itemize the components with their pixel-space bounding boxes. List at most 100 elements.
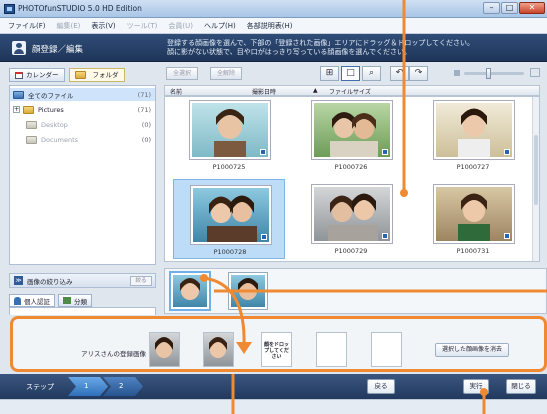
photo-thumbnail[interactable] bbox=[191, 186, 271, 244]
face-register-icon bbox=[12, 41, 26, 55]
registered-face-slot[interactable] bbox=[203, 332, 234, 367]
tree-item-label: Documents bbox=[41, 135, 79, 144]
maximize-button[interactable]: □ bbox=[501, 2, 518, 14]
deselect-all-button[interactable]: 全解除 bbox=[210, 67, 242, 80]
column-name[interactable]: 名前 bbox=[170, 87, 182, 96]
detail-view-icon[interactable]: ⊞ bbox=[320, 66, 339, 81]
rotate-right-icon[interactable]: ↷ bbox=[409, 66, 428, 81]
check-icon bbox=[504, 149, 510, 155]
tab-calendar[interactable]: カレンダー bbox=[9, 68, 65, 82]
filter-label: 画像の絞り込み bbox=[27, 277, 73, 286]
face-drop-slot[interactable]: 顔をドロップしてください bbox=[261, 332, 292, 367]
step-label: ステップ bbox=[26, 383, 54, 391]
thumbnail-item[interactable]: P1000725 bbox=[173, 97, 285, 177]
check-icon bbox=[504, 233, 510, 239]
menu-member[interactable]: 会員(U) bbox=[168, 21, 193, 31]
step-1-indicator: 1 bbox=[68, 377, 108, 396]
close-button[interactable]: 閉じる bbox=[506, 379, 536, 394]
empty-face-slot[interactable] bbox=[371, 332, 402, 367]
thumbnail-item[interactable]: P1000726 bbox=[295, 97, 407, 177]
step-1-number: 1 bbox=[84, 382, 89, 390]
title-bar: PHOTOfunSTUDIO 5.0 HD Edition – □ ✕ bbox=[0, 0, 547, 18]
delete-selected-faces-button[interactable]: 選択した顔画像を消去 bbox=[435, 343, 509, 357]
tab-face-recognition[interactable]: 個人認証 bbox=[9, 294, 55, 307]
menu-parts-guide[interactable]: 各部説明表(H) bbox=[247, 21, 293, 31]
tree-item-pictures[interactable]: + Pictures (71) bbox=[10, 103, 155, 116]
face-image bbox=[155, 337, 173, 358]
thumbnail-item[interactable]: P1000731 bbox=[417, 179, 529, 259]
double-chevron-icon[interactable]: ≫ bbox=[14, 276, 23, 285]
close-window-button[interactable]: ✕ bbox=[519, 2, 545, 14]
tab-folder[interactable]: フォルダ bbox=[68, 68, 125, 82]
back-button[interactable]: 戻る bbox=[367, 379, 395, 394]
browse-tabs: カレンダー フォルダ bbox=[9, 68, 125, 82]
menu-view[interactable]: 表示(V) bbox=[91, 21, 115, 31]
all-files-icon bbox=[13, 90, 24, 99]
person-icon bbox=[14, 296, 21, 305]
tree-item-count: (71) bbox=[137, 90, 151, 99]
check-icon bbox=[260, 149, 266, 155]
photo-thumbnail[interactable] bbox=[312, 101, 392, 159]
grid-scrollbar[interactable] bbox=[532, 97, 539, 261]
menu-help[interactable]: ヘルプ(H) bbox=[204, 21, 236, 31]
filter-button[interactable]: 絞る bbox=[130, 276, 152, 286]
folder-icon bbox=[26, 120, 37, 129]
face-image bbox=[328, 193, 378, 241]
execute-button[interactable]: 実行 bbox=[463, 379, 489, 394]
zoom-slider-knob[interactable] bbox=[486, 68, 491, 79]
thumbnail-item[interactable]: P1000727 bbox=[417, 97, 529, 177]
menu-file[interactable]: ファイル(F) bbox=[8, 21, 46, 31]
face-crop[interactable] bbox=[229, 273, 267, 309]
tree-item-desktop[interactable]: Desktop (0) bbox=[10, 118, 155, 131]
face-image bbox=[238, 278, 258, 300]
category-icon bbox=[63, 297, 71, 304]
thumbnail-item[interactable]: P1000729 bbox=[295, 179, 407, 259]
minimize-button[interactable]: – bbox=[483, 2, 500, 14]
face-image bbox=[458, 108, 490, 157]
folder-icon bbox=[74, 71, 86, 79]
photo-thumbnail[interactable] bbox=[190, 101, 270, 159]
tree-item-all-files[interactable]: 全てのファイル (71) bbox=[10, 88, 155, 101]
photo-thumbnail[interactable] bbox=[434, 101, 514, 159]
instruction-text: 登録する顔画像を選んで、下部の「登録された画像」エリアにドラッグ＆ドロップしてく… bbox=[167, 39, 547, 57]
photo-name: P1000728 bbox=[213, 248, 247, 256]
tree-item-documents[interactable]: Documents (0) bbox=[10, 133, 155, 146]
tab-category[interactable]: 分類 bbox=[58, 294, 92, 307]
left-panel: カレンダー フォルダ 全てのファイル (71) + Pictures (71) … bbox=[5, 63, 156, 315]
tree-item-label: Pictures bbox=[38, 105, 64, 114]
photo-name: P1000725 bbox=[212, 163, 246, 171]
column-size[interactable]: ファイルサイズ bbox=[329, 87, 371, 96]
photo-thumbnail[interactable] bbox=[434, 185, 514, 243]
check-icon bbox=[382, 149, 388, 155]
zoom-slider-track[interactable] bbox=[464, 72, 524, 75]
thumbnail-grid: P1000725 P1000726 P1000727 P1000728 P100… bbox=[164, 96, 540, 262]
face-crop-selected[interactable] bbox=[171, 273, 209, 309]
face-image bbox=[207, 195, 257, 242]
photo-name: P1000726 bbox=[334, 163, 368, 171]
photo-name: P1000731 bbox=[456, 247, 490, 255]
expand-icon[interactable]: + bbox=[13, 106, 20, 113]
photo-thumbnail[interactable] bbox=[312, 185, 392, 243]
face-image bbox=[209, 337, 227, 358]
tree-item-count: (0) bbox=[141, 135, 151, 144]
thumbnail-view-icon[interactable]: □ bbox=[341, 66, 360, 81]
tree-item-label: 全てのファイル bbox=[28, 91, 74, 100]
face-image bbox=[180, 278, 200, 300]
rotate-left-icon[interactable]: ↶ bbox=[390, 66, 409, 81]
empty-face-slot[interactable] bbox=[316, 332, 347, 367]
column-header: 名前 撮影日時 ▲ ファイルサイズ bbox=[164, 85, 540, 96]
menu-tools[interactable]: ツール(T) bbox=[127, 21, 158, 31]
select-all-button[interactable]: 全選択 bbox=[166, 67, 198, 80]
face-image bbox=[330, 112, 378, 157]
photo-name: P1000727 bbox=[456, 163, 490, 171]
step-2-indicator: 2 bbox=[103, 377, 143, 396]
column-date[interactable]: 撮影日時 bbox=[252, 87, 276, 96]
registered-face-slot[interactable] bbox=[149, 332, 180, 367]
preview-view-icon[interactable]: ⌕ bbox=[362, 66, 381, 81]
window-title: PHOTOfunSTUDIO 5.0 HD Edition bbox=[18, 4, 142, 13]
sort-ascending-icon: ▲ bbox=[313, 87, 318, 94]
thumbnail-item-selected[interactable]: P1000728 bbox=[173, 179, 285, 259]
registered-images-area: アリスさんの登録画像 顔をドロップしてください 選択した顔画像を消去 bbox=[10, 316, 547, 372]
menu-edit[interactable]: 編集(E) bbox=[57, 21, 81, 31]
face-image bbox=[458, 193, 490, 241]
